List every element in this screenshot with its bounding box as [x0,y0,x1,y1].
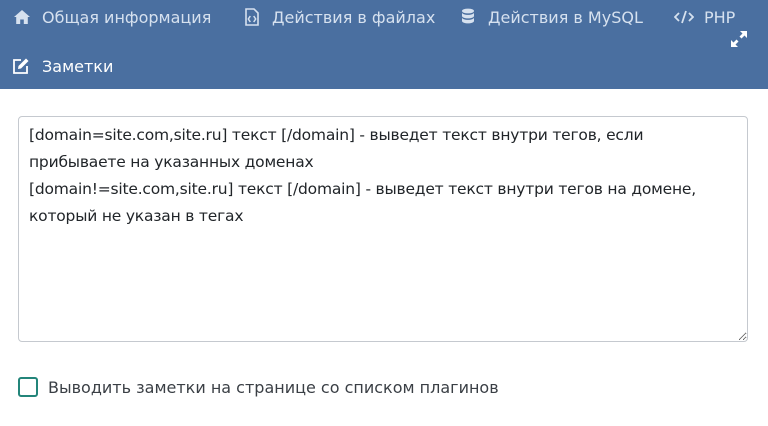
show-notes-option[interactable]: Выводить заметки на странице со списком … [18,376,499,398]
notes-textarea[interactable]: [domain=site.com,site.ru] текст [/domain… [18,116,748,342]
database-icon [458,7,478,27]
home-icon [12,7,32,27]
tab-label: PHP [704,7,736,27]
expand-icon[interactable] [730,30,748,48]
code-icon [674,7,694,27]
tab-label: Действия в MySQL [488,7,643,27]
header-bar: Общая информация Действия в файлах Дейст… [0,0,768,89]
show-notes-label[interactable]: Выводить заметки на странице со списком … [48,378,499,397]
show-notes-checkbox[interactable] [18,377,38,397]
notes-title: Заметки [12,55,113,77]
notes-title-label: Заметки [42,56,114,76]
tabs-row: Общая информация Действия в файлах Дейст… [0,0,768,34]
edit-icon [12,57,30,75]
tab-php[interactable]: PHP [674,6,735,28]
tab-file-actions[interactable]: Действия в файлах [242,6,435,28]
tab-label: Общая информация [42,7,212,27]
tab-label: Действия в файлах [272,7,436,27]
file-code-icon [242,7,262,27]
tab-mysql-actions[interactable]: Действия в MySQL [458,6,643,28]
tab-general-info[interactable]: Общая информация [12,6,211,28]
